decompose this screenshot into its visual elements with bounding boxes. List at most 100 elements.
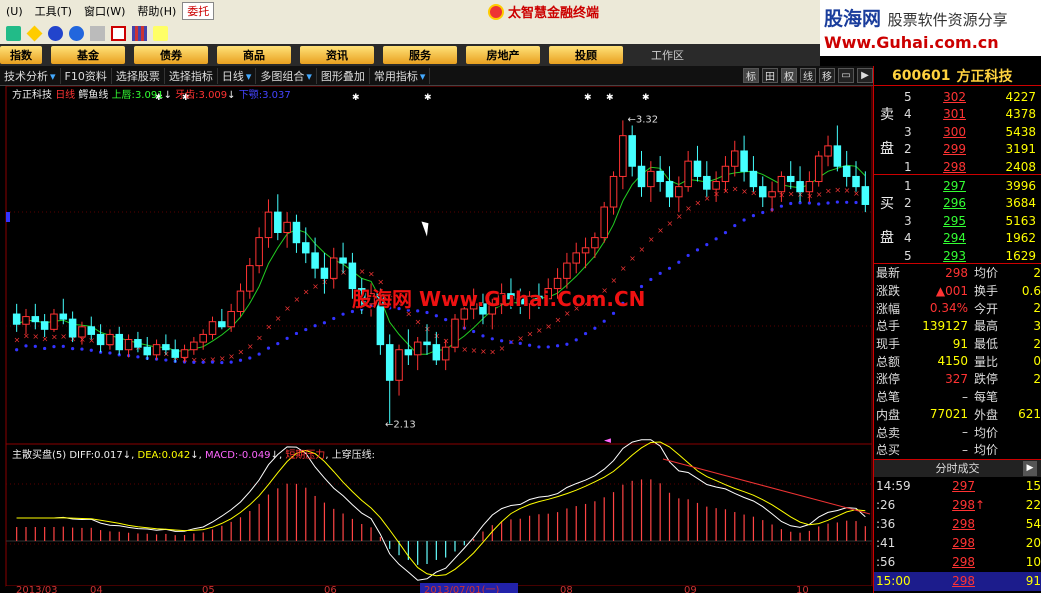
orderbook-row[interactable]: 4 301 4378 — [904, 106, 1041, 123]
level-number: 4 — [904, 231, 912, 245]
tab-bond[interactable]: 债券 — [134, 46, 208, 64]
orderbook-row[interactable]: 4 294 1962 — [904, 230, 1041, 247]
quote-label: 最低 — [974, 337, 999, 352]
candle-body — [22, 316, 30, 325]
quote-value: 621 — [1018, 407, 1041, 422]
category-bar: 指数 基金 债券 商品 资讯 服务 房地产 投顾 工作区 — [0, 44, 820, 66]
candle-body — [227, 310, 235, 328]
tab-commodity[interactable]: 商品 — [217, 46, 291, 64]
layout-icon[interactable] — [111, 25, 126, 41]
func-overlay[interactable]: 图形叠加 — [317, 67, 370, 84]
quote-label: 均价 — [974, 425, 999, 440]
market-icon[interactable] — [6, 25, 21, 41]
expand-arrow-icon[interactable]: ▶ — [1023, 460, 1037, 476]
refresh-icon[interactable] — [69, 25, 84, 41]
ma-red-cross: × — [732, 184, 739, 193]
diamond-icon[interactable] — [26, 25, 43, 41]
tab-advisor[interactable]: 投顾 — [549, 46, 623, 64]
func-period[interactable]: 日线 ▾ — [218, 67, 257, 84]
high-price-label: ←3.32 — [628, 114, 659, 125]
window-icon[interactable]: ▭ — [838, 68, 854, 83]
view-grid-button[interactable]: 田 — [762, 68, 778, 83]
ma-red-cross: × — [489, 348, 496, 357]
workspace-dropdown[interactable]: 工作区 — [651, 47, 684, 63]
menu-item[interactable]: (U) — [0, 5, 29, 18]
books-icon[interactable] — [132, 25, 147, 41]
ma-blue-dot — [15, 348, 19, 352]
candle-body — [712, 181, 720, 190]
help-pointer-icon[interactable] — [153, 25, 168, 41]
candle-body — [656, 170, 664, 183]
ma-blue-dot — [220, 360, 224, 365]
tab-fund[interactable]: 基金 — [51, 46, 125, 64]
menu-tools[interactable]: 工具(T) — [29, 3, 78, 19]
trade-price: 298 — [952, 574, 975, 589]
print-icon[interactable] — [90, 25, 105, 41]
level-number: 4 — [904, 107, 912, 121]
candle-body — [190, 341, 198, 351]
view-move-button[interactable]: 移 — [819, 68, 835, 83]
tab-news[interactable]: 资讯 — [300, 46, 374, 64]
orderbook-row[interactable]: 1 298 2408 — [904, 158, 1041, 175]
ma-blue-dot — [192, 360, 196, 364]
quote-value: 139127 — [922, 318, 968, 333]
kline-chart[interactable]: × × × × × × ×× × × × ××××××××××× ××××××× × × × ××× × ××××… — [0, 86, 873, 593]
candle-body — [581, 247, 590, 254]
orderbook-row[interactable]: 2 296 3684 — [904, 195, 1041, 212]
ma-blue-dot — [686, 253, 690, 258]
quote-value: 77021 — [929, 407, 968, 422]
candle-body — [777, 175, 786, 193]
view-rights-button[interactable]: 权 — [781, 68, 797, 83]
play-icon[interactable]: ▶ — [857, 68, 873, 83]
level-volume: 3684 — [1005, 196, 1036, 210]
orderbook-row[interactable]: 3 300 5438 — [904, 123, 1041, 140]
level-price: 294 — [943, 231, 966, 245]
func-common[interactable]: 常用指标 ▾ — [370, 67, 431, 84]
ma-red-cross: × — [359, 267, 366, 276]
candle-body — [432, 344, 441, 361]
trade-time: :26 — [876, 498, 896, 513]
low-price-label: ←2.13 — [385, 420, 416, 431]
menu-trade[interactable]: 委托 — [182, 2, 215, 20]
tab-realestate[interactable]: 房地产 — [466, 46, 540, 64]
buy-book: 买 盘 1 297 3996 2 296 3684 3 295 5163 4 294 1962 5 293… — [874, 175, 1041, 264]
level-number: 2 — [904, 142, 912, 156]
view-mark-button[interactable]: 标 — [743, 68, 759, 83]
func-f10[interactable]: F10资料 — [61, 67, 112, 84]
orderbook-row[interactable]: 5 293 1629 — [904, 247, 1041, 264]
candle-body — [404, 349, 413, 356]
candle-body — [395, 349, 403, 381]
ma-blue-dot — [658, 271, 662, 275]
candle-body — [180, 349, 189, 358]
candle-body — [814, 155, 823, 183]
orderbook-row[interactable]: 2 299 3191 — [904, 141, 1041, 158]
tab-service[interactable]: 服务 — [383, 46, 457, 64]
quote-row: 最新 298 均价 2 — [874, 264, 1041, 282]
view-line-button[interactable]: 线 — [800, 68, 816, 83]
func-tech[interactable]: 技术分析 ▾ — [0, 67, 61, 84]
func-select-indicator[interactable]: 选择指标 — [165, 67, 218, 84]
candle-body — [134, 339, 142, 348]
trade-time: :41 — [876, 536, 896, 551]
ma-blue-dot — [574, 338, 578, 342]
menu-window[interactable]: 窗口(W) — [78, 3, 131, 19]
ma-blue-dot — [24, 344, 28, 348]
quote-label: 最高 — [974, 319, 999, 334]
func-multi[interactable]: 多图组合 ▾ — [256, 67, 317, 84]
tab-index[interactable]: 指数 — [0, 46, 42, 64]
ma-blue-dot — [80, 347, 84, 351]
globe-icon[interactable] — [48, 25, 63, 41]
orderbook-row[interactable]: 1 297 3996 — [904, 177, 1041, 194]
orderbook-row[interactable]: 5 302 4227 — [904, 88, 1041, 105]
ma-blue-dot — [164, 358, 168, 362]
dropdown-arrow-icon: ▾ — [306, 69, 312, 83]
function-bar: 技术分析 ▾ F10资料 选择股票 选择指标 日线 ▾ 多图组合 ▾ 图形叠加 常用指… — [0, 66, 873, 86]
ma-blue-dot — [555, 344, 560, 348]
menu-help[interactable]: 帮助(H) — [131, 3, 182, 19]
ma-red-cross: × — [368, 269, 375, 278]
func-select-stock[interactable]: 选择股票 — [112, 67, 165, 84]
ma-blue-dot — [313, 324, 317, 328]
ma-red-cross: × — [694, 198, 701, 207]
candle-body — [106, 333, 114, 346]
orderbook-row[interactable]: 3 295 5163 — [904, 212, 1041, 229]
